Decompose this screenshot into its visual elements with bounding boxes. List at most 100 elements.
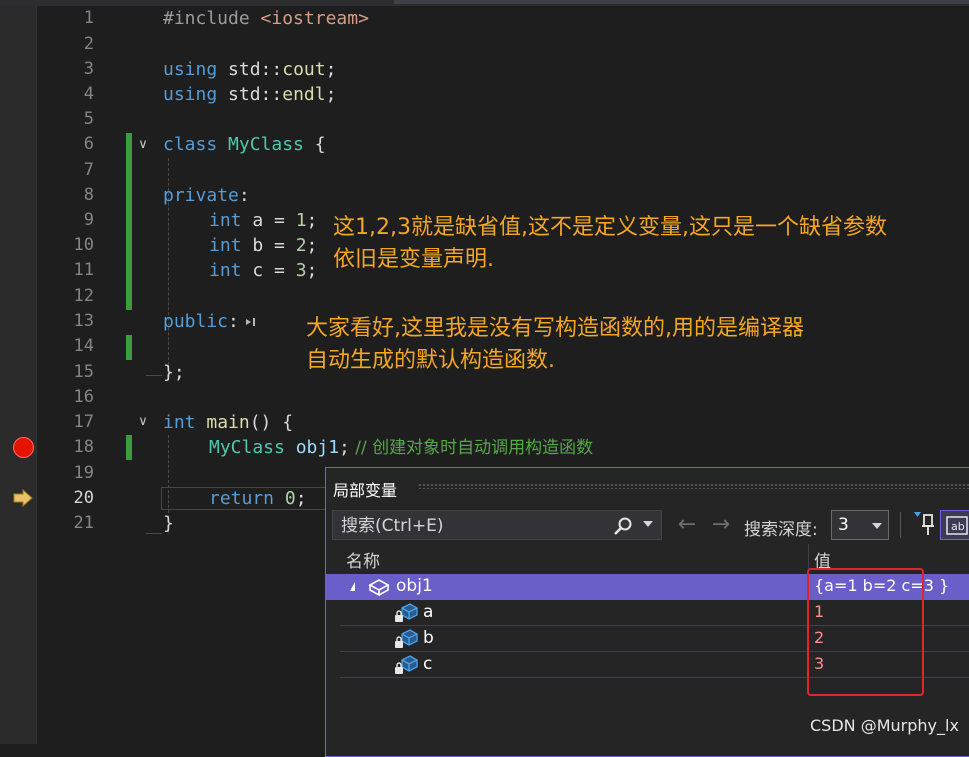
search-forward-arrow-icon[interactable]: → xyxy=(708,512,734,538)
search-back-arrow-icon[interactable]: ← xyxy=(674,512,700,538)
title-grip[interactable] xyxy=(418,483,969,489)
current-statement-arrow-icon[interactable] xyxy=(13,489,33,507)
keyword: int xyxy=(209,260,242,281)
line-number: 8 xyxy=(83,185,94,205)
annotation-text: 依旧是变量声明. xyxy=(333,247,494,272)
brace: { xyxy=(303,134,326,155)
change-marker xyxy=(126,133,132,310)
private-field-icon xyxy=(395,629,418,648)
identifier: endl xyxy=(282,84,326,105)
code-line-21[interactable]: } xyxy=(163,511,174,536)
number-literal: 2 xyxy=(295,235,307,256)
fold-chevron-icon[interactable]: ∨ xyxy=(136,132,150,157)
line-number: 5 xyxy=(83,109,94,129)
line-number: 15 xyxy=(73,362,94,382)
include-header: <iostream> xyxy=(260,8,369,29)
line-number: 6 xyxy=(83,134,94,154)
number-literal: 3 xyxy=(295,260,307,281)
colon: : xyxy=(238,185,250,206)
hex-icon: ab xyxy=(946,516,968,535)
indent-guide xyxy=(146,375,162,384)
private-field-icon xyxy=(395,655,418,674)
annotation-default-constructor: 大家看好,这里我是没有写构造函数的,用的是编译器 自动生成的默认构造函数. xyxy=(306,313,804,377)
hex-display-toggle-icon[interactable]: ab xyxy=(940,510,969,540)
code-line-10[interactable]: int b = 2; xyxy=(209,233,317,258)
identifier: cout xyxy=(282,59,326,80)
semicolon: ; xyxy=(306,210,318,231)
line-number: 17 xyxy=(73,412,94,432)
variable-name: obj1 xyxy=(284,437,340,458)
keyword: class xyxy=(163,134,218,155)
line-number: 18 xyxy=(73,437,94,457)
semicolon: ; xyxy=(295,488,307,509)
scope-operator: :: xyxy=(260,59,283,80)
keyword: using xyxy=(163,59,218,80)
line-number: 21 xyxy=(73,513,94,533)
expand-triangle-icon[interactable] xyxy=(350,582,355,591)
indent-guide xyxy=(146,533,162,534)
declarator: a = xyxy=(241,210,296,231)
keyword: int xyxy=(209,210,242,231)
locals-title: 局部变量 xyxy=(333,481,398,500)
search-icon[interactable] xyxy=(613,516,633,536)
code-line-4[interactable]: using std::endl; xyxy=(163,82,336,107)
line-number: 12 xyxy=(73,286,94,306)
keyword: private xyxy=(163,185,239,206)
code-line-13[interactable]: public: xyxy=(163,309,259,334)
column-name-header[interactable]: 名称 xyxy=(346,547,380,572)
locals-title-bar[interactable]: 局部变量 xyxy=(326,468,969,502)
number-literal: 1 xyxy=(295,210,307,231)
number-literal: 0 xyxy=(284,488,296,509)
code-line-9[interactable]: int a = 1; xyxy=(209,208,317,233)
line-number: 14 xyxy=(73,336,94,356)
annotation-text: 大家看好,这里我是没有写构造函数的,用的是编译器 xyxy=(306,316,804,341)
code-line-11[interactable]: int c = 3; xyxy=(209,258,317,283)
declarator: b = xyxy=(241,235,296,256)
line-number: 11 xyxy=(73,260,94,280)
fold-chevron-icon[interactable]: ∨ xyxy=(136,409,150,434)
editor-tab-strip xyxy=(0,0,969,6)
class-name: MyClass xyxy=(209,437,285,458)
search-depth-select[interactable]: 3 xyxy=(831,510,889,540)
code-line-3[interactable]: using std::cout; xyxy=(163,57,336,82)
namespace-name: std xyxy=(228,84,261,105)
line-number: 3 xyxy=(83,59,94,79)
code-line-6[interactable]: class MyClass { xyxy=(163,132,326,157)
colon: : xyxy=(228,311,239,332)
code-line-17[interactable]: int main() { xyxy=(163,410,293,435)
pin-icon[interactable] xyxy=(912,510,936,538)
semicolon: ; xyxy=(306,235,318,256)
variable-name: c xyxy=(423,654,433,674)
search-options-dropdown-icon[interactable] xyxy=(643,521,653,527)
code-line-1[interactable]: #include <iostream> xyxy=(163,6,369,31)
line-number: 2 xyxy=(83,34,94,54)
change-marker xyxy=(126,335,132,360)
line-number: 1 xyxy=(83,8,94,28)
code-line-15[interactable]: }; xyxy=(163,360,185,385)
brace: }; xyxy=(163,362,185,383)
semicolon: ; xyxy=(325,59,337,80)
keyword: return xyxy=(209,488,275,509)
function-name: main xyxy=(206,412,250,433)
preprocessor-directive: #include xyxy=(163,8,250,29)
declarator: c = xyxy=(241,260,296,281)
scope-operator: :: xyxy=(260,84,283,105)
line-number: 16 xyxy=(73,387,94,407)
svg-text:ab: ab xyxy=(951,520,965,533)
line-number: 13 xyxy=(73,311,94,331)
change-marker xyxy=(126,435,132,460)
semicolon: ; xyxy=(339,437,350,458)
keyword: int xyxy=(163,412,196,433)
locals-search-box[interactable] xyxy=(332,510,662,540)
code-line-18[interactable]: MyClass obj1; // 创建对象时自动调用构造函数 xyxy=(209,435,593,460)
code-line-20[interactable]: return 0; xyxy=(209,486,307,511)
line-number: 4 xyxy=(83,84,94,104)
indicator-margin[interactable] xyxy=(0,6,36,744)
keyword: using xyxy=(163,84,218,105)
variable-name: a xyxy=(423,602,434,622)
line-number: 10 xyxy=(73,235,94,255)
breakpoint-icon[interactable] xyxy=(13,437,34,458)
code-line-8[interactable]: private: xyxy=(163,183,250,208)
collapsed-region-icon[interactable] xyxy=(245,317,259,327)
search-input[interactable] xyxy=(339,514,613,538)
